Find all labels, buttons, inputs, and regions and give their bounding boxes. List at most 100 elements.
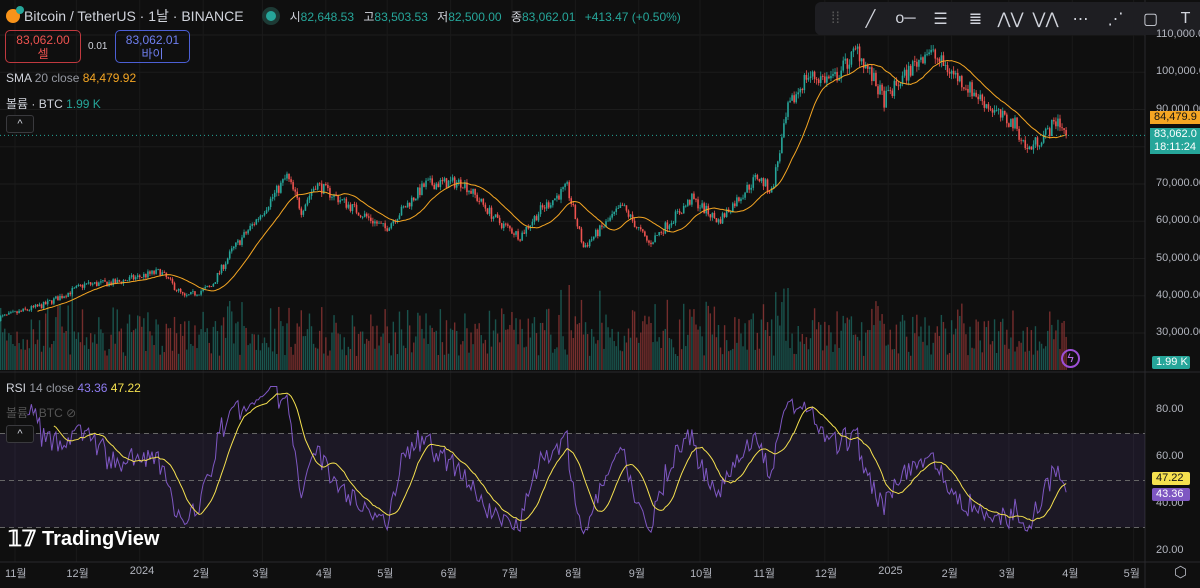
volume-bar xyxy=(12,343,14,370)
candle-body xyxy=(89,282,92,285)
fib-retracement-icon[interactable]: ≣ xyxy=(961,4,990,34)
horizontal-ray-icon[interactable]: o─ xyxy=(891,4,920,34)
long-position-icon[interactable]: ⋯ xyxy=(1066,4,1095,34)
volume-bar xyxy=(760,319,763,370)
volume-bar xyxy=(296,323,298,370)
candle-body xyxy=(425,180,427,187)
candle-body xyxy=(153,270,155,274)
candle-body xyxy=(940,55,943,62)
candle-body xyxy=(515,231,517,235)
abcd-pattern-icon[interactable]: ⋁⋀ xyxy=(1031,4,1060,34)
volume-bar xyxy=(184,321,186,370)
candle-body xyxy=(1053,119,1055,122)
volume-bar xyxy=(770,319,773,370)
collapse-legend-button[interactable]: ^ xyxy=(6,115,34,133)
sma-legend[interactable]: SMA 20 close 84,479.92 xyxy=(6,71,136,85)
candle-body xyxy=(991,109,994,113)
volume-bar xyxy=(789,348,791,370)
rsi-tick-label: 60.00 xyxy=(1156,450,1184,462)
volume-bar xyxy=(417,312,419,370)
collapse-rsi-legend-button[interactable]: ^ xyxy=(6,425,34,443)
volume-bar xyxy=(451,329,454,370)
candle-body xyxy=(656,235,658,236)
candle-body xyxy=(799,89,802,93)
volume-bar xyxy=(406,310,409,370)
volume-bar xyxy=(484,339,487,370)
volume-legend[interactable]: 볼륨 · BTC 1.99 K xyxy=(6,95,101,112)
volume-bar xyxy=(8,333,10,370)
candle-body xyxy=(220,264,223,274)
volume-bar xyxy=(558,314,560,370)
sell-button[interactable]: 83,062.00 셀 xyxy=(5,30,81,63)
volume-bar xyxy=(723,325,726,370)
rsi-legend[interactable]: RSI 14 close 43.36 47.22 xyxy=(6,381,141,395)
candle-body xyxy=(817,79,820,83)
eye-off-icon[interactable]: ⊘ xyxy=(66,406,76,420)
volume-bar xyxy=(936,326,938,370)
candle-body xyxy=(958,76,961,82)
volume-bar xyxy=(253,334,255,370)
volume-bar xyxy=(374,348,376,370)
volume-bar xyxy=(775,292,777,370)
candle-body xyxy=(746,184,748,193)
volume-bar xyxy=(638,342,640,370)
buy-button[interactable]: 83,062.01 바이 xyxy=(115,30,190,63)
candle-body xyxy=(61,295,63,298)
volume-bar xyxy=(149,331,151,370)
volume-bar xyxy=(707,305,709,370)
volume-bar xyxy=(730,350,732,370)
hidden-volume-legend[interactable]: 볼륨 · BTC ⊘ xyxy=(6,404,76,421)
volume-bar xyxy=(427,343,429,370)
elliott-wave-icon[interactable]: ⋀⋁ xyxy=(996,4,1025,34)
volume-bar xyxy=(263,337,266,370)
drag-handle-icon[interactable]: ⁞⁞ xyxy=(821,4,850,34)
volume-bar xyxy=(705,301,707,370)
parallel-channel-icon[interactable]: ☰ xyxy=(926,4,955,34)
sma-price-tag: 84,479.9 xyxy=(1150,111,1200,124)
candle-body xyxy=(979,94,982,100)
volume-bar xyxy=(621,351,624,370)
volume-bar xyxy=(754,349,756,370)
candle-body xyxy=(1059,118,1061,128)
volume-bar xyxy=(218,355,221,370)
volume-bar xyxy=(204,332,206,370)
volume-bar xyxy=(597,340,599,370)
trend-line-icon[interactable]: ╱ xyxy=(856,4,885,34)
candle-body xyxy=(419,187,421,195)
volume-bar xyxy=(59,304,61,370)
volume-bar xyxy=(474,323,476,370)
candle-body xyxy=(417,187,419,199)
settings-icon[interactable]: ⬡ xyxy=(1174,563,1187,581)
volume-bar xyxy=(961,303,963,370)
volume-bar xyxy=(615,346,617,370)
volume-bar xyxy=(572,337,574,370)
candle-body xyxy=(928,52,930,55)
volume-bar xyxy=(973,348,975,370)
volume-bar xyxy=(141,326,143,370)
candle-body xyxy=(505,223,507,225)
symbol-title[interactable]: Bitcoin / TetherUS · 1날 · BINANCE xyxy=(24,6,244,26)
candle-body xyxy=(758,179,761,182)
volume-bar xyxy=(44,313,47,370)
candle-body xyxy=(623,205,626,207)
chart-canvas[interactable] xyxy=(0,0,1200,588)
candle-body xyxy=(811,71,814,77)
volume-bar xyxy=(582,334,585,370)
volume-bar xyxy=(235,323,237,370)
candle-body xyxy=(75,285,78,288)
candle-body xyxy=(6,314,8,316)
time-tick-label: 7월 xyxy=(501,568,519,580)
candle-body xyxy=(826,76,828,83)
candle-body xyxy=(484,204,487,209)
short-position-icon[interactable]: ⋰ xyxy=(1101,4,1130,34)
rsi-tag: 43.36 xyxy=(1152,488,1190,501)
volume-bar xyxy=(243,325,245,370)
volume-bar xyxy=(81,309,84,370)
candle-body xyxy=(404,206,407,208)
candle-body xyxy=(249,225,251,231)
volume-bar xyxy=(310,326,313,370)
candle-body xyxy=(147,271,149,278)
lightning-icon[interactable]: ϟ xyxy=(1061,349,1080,368)
candle-body xyxy=(801,89,804,91)
candle-body xyxy=(871,67,873,82)
